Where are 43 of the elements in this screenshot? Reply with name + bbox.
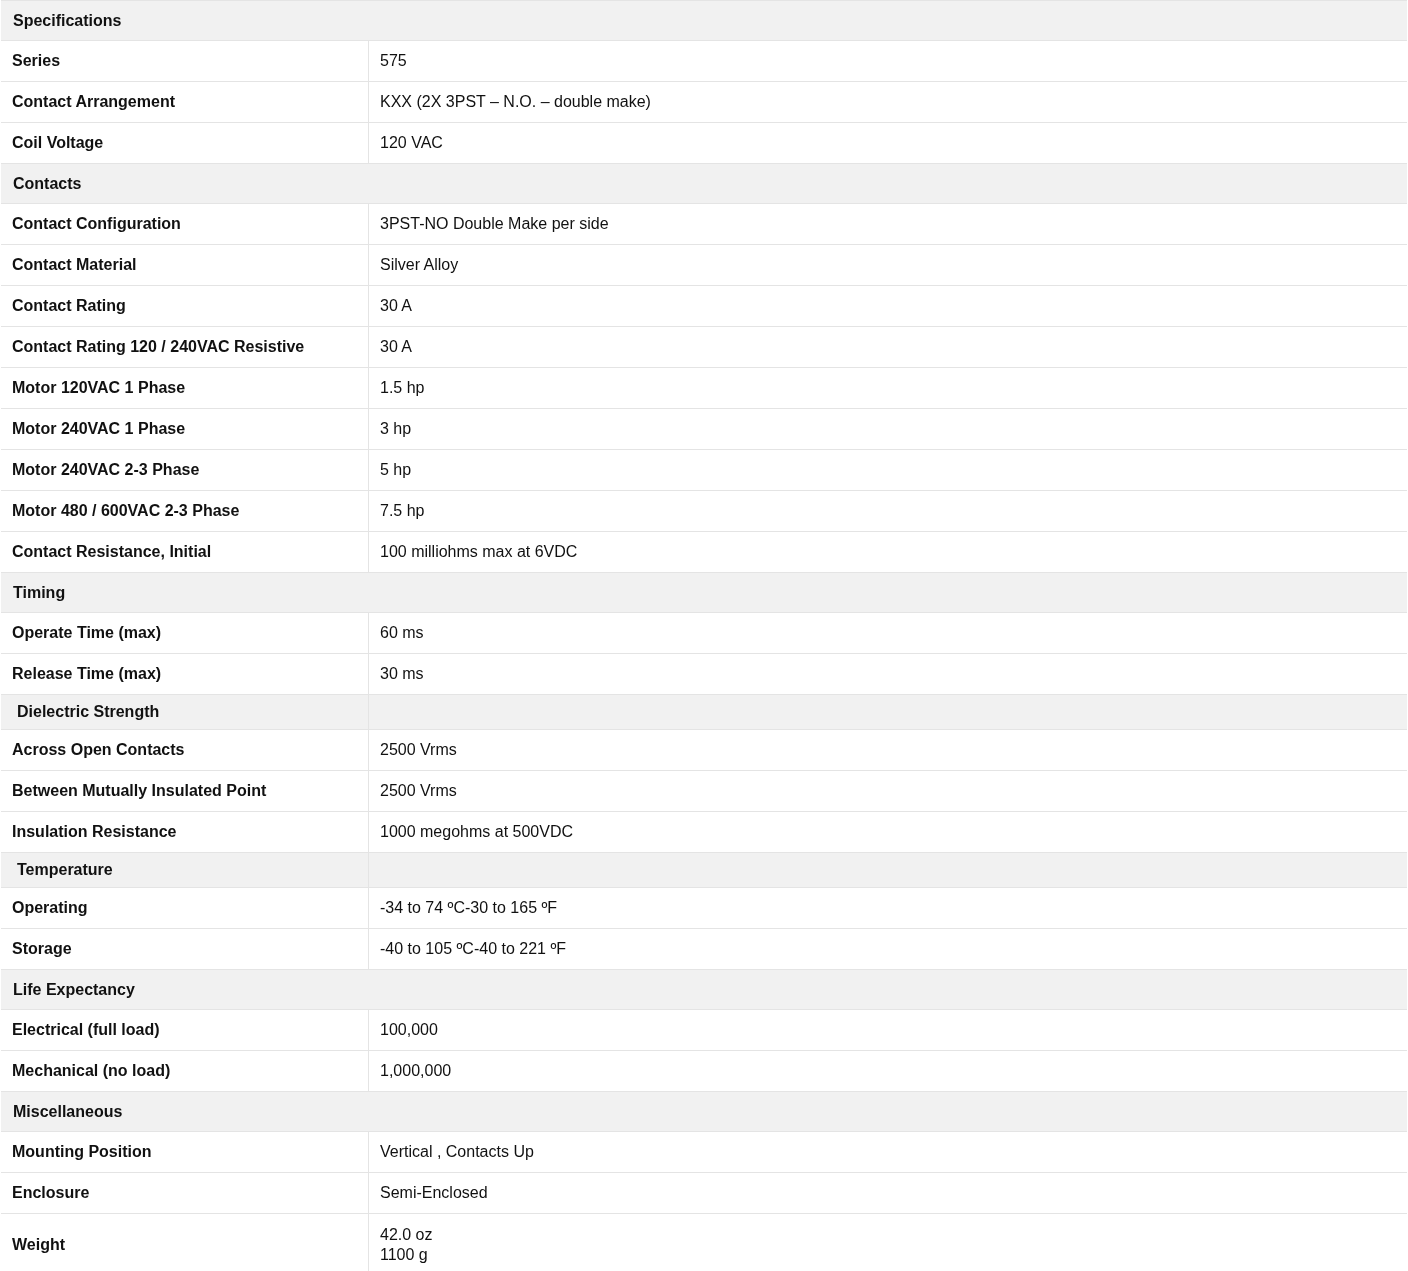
table-cell: Operating [1,888,369,929]
table-cell: 3PST-NO Double Make per side [369,204,1407,245]
section-heading: Miscellaneous [1,1092,1407,1132]
table-cell: 5 hp [369,450,1407,491]
section-heading: Life Expectancy [1,970,1407,1010]
table-cell: Across Open Contacts [1,730,369,771]
table-cell: Motor 240VAC 2-3 Phase [1,450,369,491]
table-cell: Contact Arrangement [1,82,369,123]
table-cell: 30 A [369,327,1407,368]
table-cell: 2500 Vrms [369,771,1407,812]
table-cell: 575 [369,41,1407,82]
table-cell: Semi-Enclosed [369,1173,1407,1214]
table-cell: 30 A [369,286,1407,327]
section-heading: Dielectric Strength [1,695,369,730]
table-cell: Series [1,41,369,82]
table-cell: Contact Configuration [1,204,369,245]
table-cell: 42.0 oz 1100 g [369,1214,1407,1271]
table-cell: Contact Rating [1,286,369,327]
table-cell: KXX (2X 3PST – N.O. – double make) [369,82,1407,123]
table-cell: Contact Rating 120 / 240VAC Resistive [1,327,369,368]
table-cell: Operate Time (max) [1,613,369,654]
table-cell: Motor 240VAC 1 Phase [1,409,369,450]
section-heading: Timing [1,573,1407,613]
table-cell: -34 to 74 ºC-30 to 165 ºF [369,888,1407,929]
table-cell: Motor 480 / 600VAC 2-3 Phase [1,491,369,532]
table-cell: 2500 Vrms [369,730,1407,771]
section-heading: Specifications [1,1,1407,41]
table-cell: Mounting Position [1,1132,369,1173]
table-cell: Electrical (full load) [1,1010,369,1051]
table-cell: Silver Alloy [369,245,1407,286]
table-cell: 1.5 hp [369,368,1407,409]
table-cell: Motor 120VAC 1 Phase [1,368,369,409]
table-cell: 7.5 hp [369,491,1407,532]
table-cell: 3 hp [369,409,1407,450]
table-cell: Vertical , Contacts Up [369,1132,1407,1173]
table-cell: Between Mutually Insulated Point [1,771,369,812]
section-heading: Temperature [1,853,369,888]
table-cell: Enclosure [1,1173,369,1214]
section-heading: Contacts [1,164,1407,204]
table-cell: Weight [1,1214,369,1271]
table-cell: 100,000 [369,1010,1407,1051]
table-cell: Contact Material [1,245,369,286]
table-cell: 60 ms [369,613,1407,654]
